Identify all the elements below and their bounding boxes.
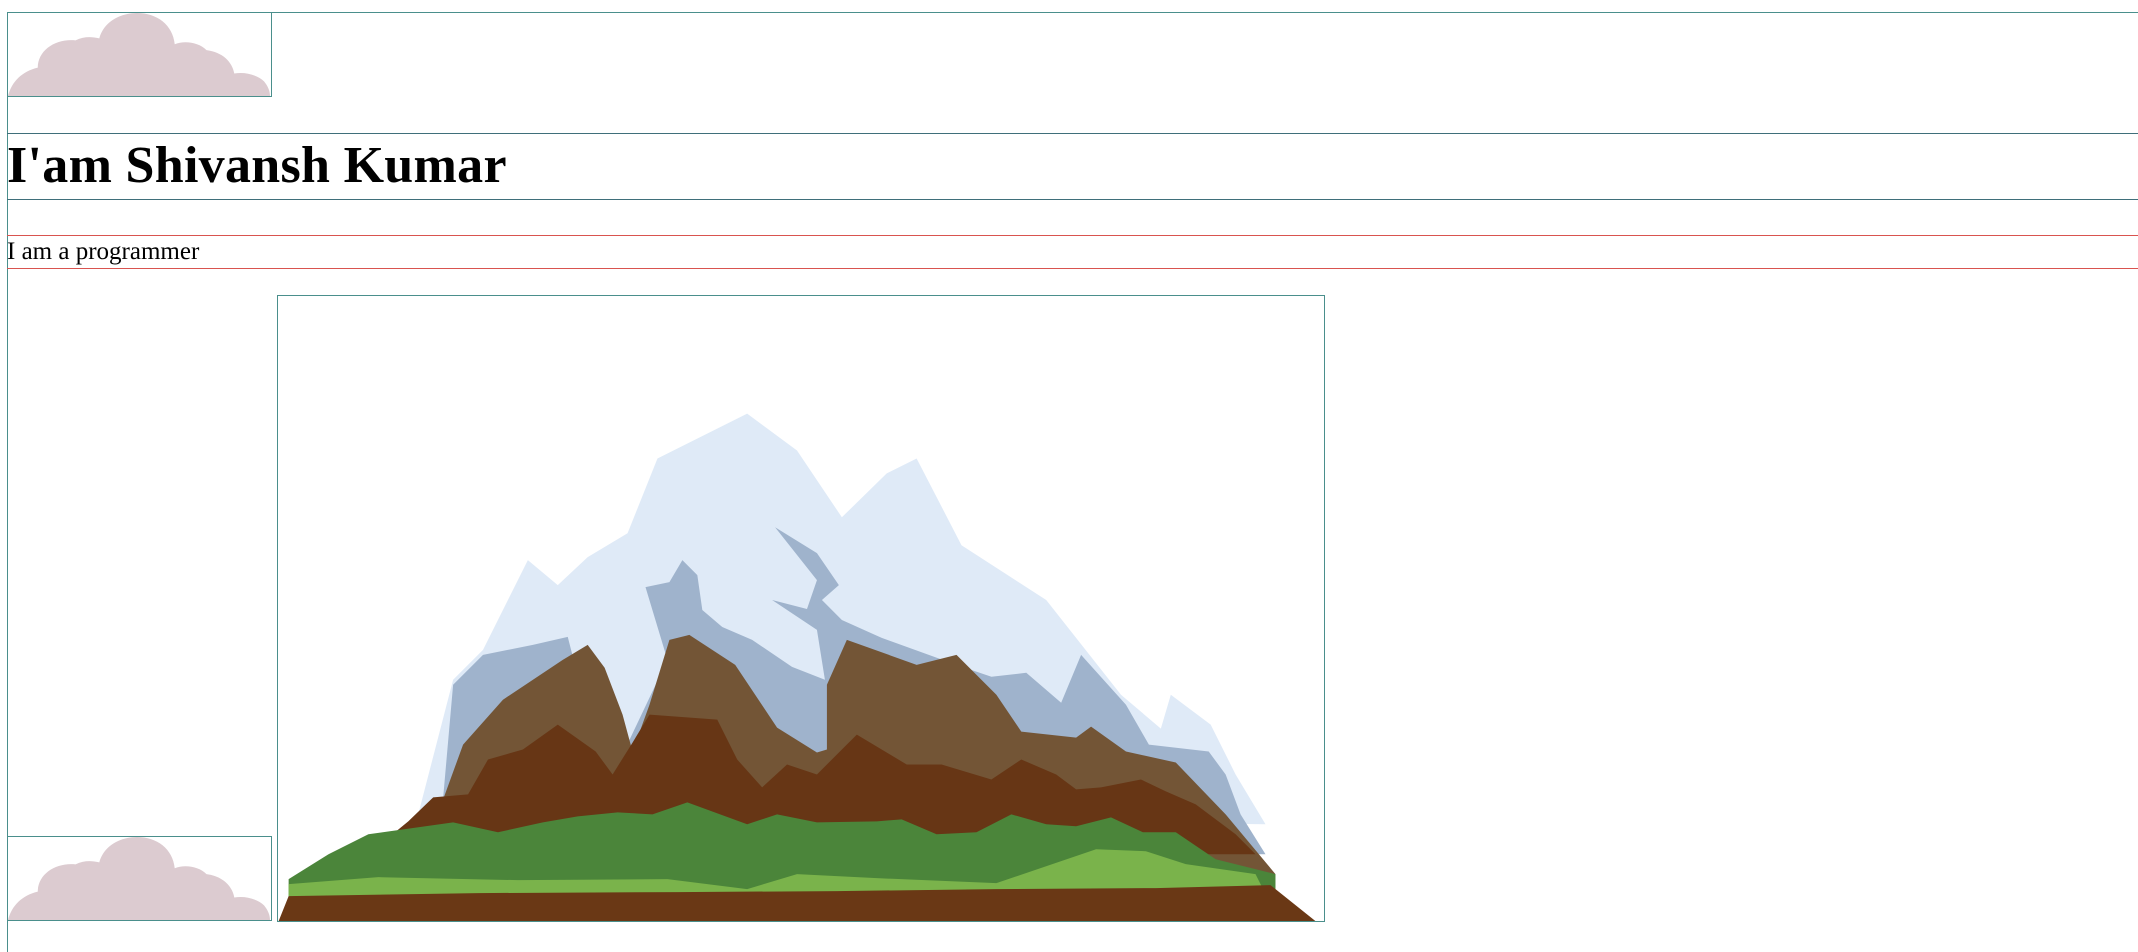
page-title: I'am Shivansh Kumar (7, 137, 507, 194)
mountain-illustration (278, 413, 1316, 921)
mountain-image (277, 295, 1325, 922)
cloud-image-bottom (7, 836, 272, 921)
title-band: I'am Shivansh Kumar (7, 133, 2138, 200)
cloud-icon (8, 837, 271, 920)
tagline-band: I am a programmer (7, 235, 2138, 269)
cloud-image-top (7, 12, 272, 97)
cloud-icon (8, 13, 271, 96)
tagline-text: I am a programmer (7, 238, 200, 265)
